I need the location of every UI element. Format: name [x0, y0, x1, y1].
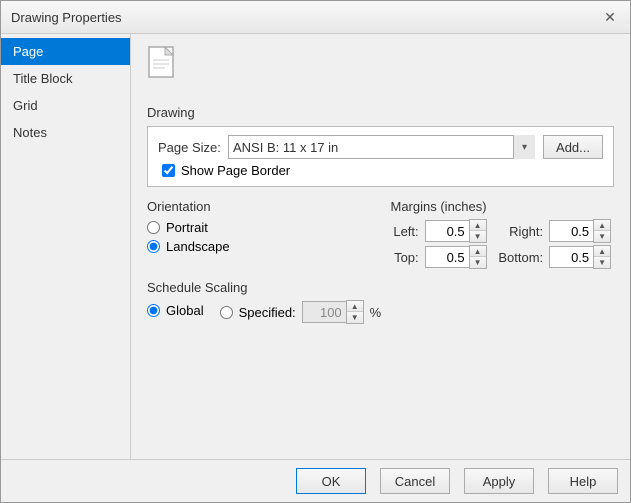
- margins-label: Margins (inches): [391, 199, 615, 214]
- top-input[interactable]: [425, 246, 469, 268]
- left-spin: ▲ ▼: [425, 220, 490, 242]
- show-page-border-row: Show Page Border: [158, 163, 603, 178]
- top-spin-down[interactable]: ▼: [470, 257, 486, 268]
- dialog-title: Drawing Properties: [11, 10, 122, 25]
- portrait-label: Portrait: [166, 220, 208, 235]
- landscape-row: Landscape: [147, 239, 371, 254]
- show-page-border-label: Show Page Border: [181, 163, 290, 178]
- orientation-margins-row: Orientation Portrait Landscape Margins (…: [147, 199, 614, 268]
- sidebar: Page Title Block Grid Notes: [1, 34, 131, 459]
- drawing-properties-dialog: Drawing Properties ✕ Page Title Block Gr…: [0, 0, 631, 503]
- global-radio[interactable]: [147, 304, 160, 317]
- content-area: Drawing Page Size: ANSI B: 11 x 17 in AN…: [131, 34, 630, 459]
- right-spin-up[interactable]: ▲: [594, 220, 610, 231]
- portrait-row: Portrait: [147, 220, 371, 235]
- page-size-label: Page Size:: [158, 140, 228, 155]
- right-label: Right:: [495, 224, 543, 239]
- landscape-label: Landscape: [166, 239, 230, 254]
- bottom-spin-buttons: ▲ ▼: [593, 245, 611, 269]
- right-spin-down[interactable]: ▼: [594, 231, 610, 242]
- add-button[interactable]: Add...: [543, 135, 603, 159]
- schedule-row: Global Specified: ▲ ▼ %: [147, 301, 614, 323]
- landscape-radio[interactable]: [147, 240, 160, 253]
- page-size-row: Page Size: ANSI B: 11 x 17 in ANSI A: 8.…: [158, 135, 603, 159]
- margins-section: Margins (inches) Left: ▲ ▼ Right:: [391, 199, 615, 268]
- specified-spin-up[interactable]: ▲: [347, 301, 363, 312]
- bottom-label: Bottom:: [495, 250, 543, 265]
- global-row: Global: [147, 303, 204, 318]
- left-label: Left:: [391, 224, 419, 239]
- page-size-select-wrapper: ANSI B: 11 x 17 in ANSI A: 8.5 x 11 in A…: [228, 135, 535, 159]
- page-size-select[interactable]: ANSI B: 11 x 17 in ANSI A: 8.5 x 11 in A…: [228, 135, 535, 159]
- right-spin: ▲ ▼: [549, 220, 614, 242]
- dialog-body: Page Title Block Grid Notes: [1, 34, 630, 459]
- ok-button[interactable]: OK: [296, 468, 366, 494]
- bottom-spin: ▲ ▼: [549, 246, 614, 268]
- sidebar-item-grid[interactable]: Grid: [1, 92, 130, 119]
- specified-spin-buttons: ▲ ▼: [346, 300, 364, 324]
- right-input[interactable]: [549, 220, 593, 242]
- specified-row: Specified: ▲ ▼ %: [220, 301, 382, 323]
- cancel-button[interactable]: Cancel: [380, 468, 450, 494]
- sidebar-item-page[interactable]: Page: [1, 38, 130, 65]
- left-spin-buttons: ▲ ▼: [469, 219, 487, 243]
- orientation-label: Orientation: [147, 199, 371, 214]
- title-bar: Drawing Properties ✕: [1, 1, 630, 34]
- sidebar-item-title-block[interactable]: Title Block: [1, 65, 130, 92]
- global-label: Global: [166, 303, 204, 318]
- specified-input[interactable]: [302, 301, 346, 323]
- top-spin-buttons: ▲ ▼: [469, 245, 487, 269]
- bottom-spin-up[interactable]: ▲: [594, 246, 610, 257]
- schedule-scaling-label: Schedule Scaling: [147, 280, 614, 295]
- top-spin: ▲ ▼: [425, 246, 490, 268]
- drawing-section: Drawing Page Size: ANSI B: 11 x 17 in AN…: [147, 105, 614, 187]
- percent-label: %: [370, 305, 382, 320]
- drawing-section-label: Drawing: [147, 105, 614, 120]
- right-spin-buttons: ▲ ▼: [593, 219, 611, 243]
- specified-spin-down[interactable]: ▼: [347, 312, 363, 323]
- orientation-section: Orientation Portrait Landscape: [147, 199, 371, 268]
- specified-radio[interactable]: [220, 306, 233, 319]
- portrait-radio[interactable]: [147, 221, 160, 234]
- specified-label: Specified:: [239, 305, 296, 320]
- dialog-footer: OK Cancel Apply Help: [1, 459, 630, 502]
- close-button[interactable]: ✕: [600, 7, 620, 27]
- left-spin-up[interactable]: ▲: [470, 220, 486, 231]
- schedule-scaling-section: Schedule Scaling Global Specified: ▲: [147, 280, 614, 323]
- margins-grid: Left: ▲ ▼ Right:: [391, 220, 615, 268]
- bottom-spin-down[interactable]: ▼: [594, 257, 610, 268]
- apply-button[interactable]: Apply: [464, 468, 534, 494]
- page-icon: [147, 46, 179, 84]
- specified-spin: ▲ ▼: [302, 301, 364, 323]
- help-button[interactable]: Help: [548, 468, 618, 494]
- left-input[interactable]: [425, 220, 469, 242]
- show-page-border-checkbox[interactable]: [162, 164, 175, 177]
- bottom-input[interactable]: [549, 246, 593, 268]
- top-label: Top:: [391, 250, 419, 265]
- left-spin-down[interactable]: ▼: [470, 231, 486, 242]
- top-spin-up[interactable]: ▲: [470, 246, 486, 257]
- drawing-section-box: Page Size: ANSI B: 11 x 17 in ANSI A: 8.…: [147, 126, 614, 187]
- sidebar-item-notes[interactable]: Notes: [1, 119, 130, 146]
